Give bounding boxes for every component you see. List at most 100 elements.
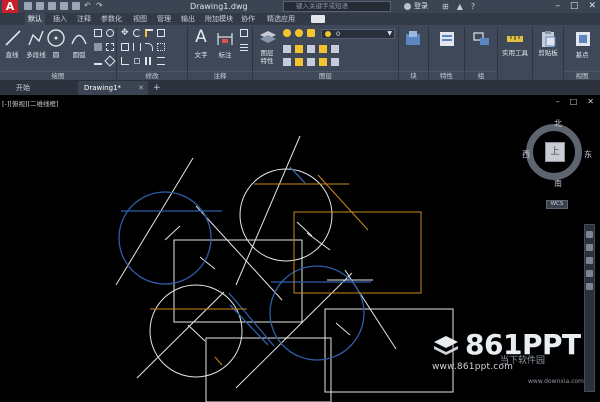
draw-panel-title[interactable]: 绘图 [0, 71, 116, 80]
layer-merge-icon[interactable] [331, 45, 339, 53]
layer-walk-icon[interactable] [319, 45, 327, 53]
stretch-icon[interactable] [121, 57, 129, 65]
layer-copy-icon[interactable] [319, 58, 327, 66]
move-icon[interactable]: ✥ [121, 29, 129, 38]
minimize-icon[interactable]: – [555, 0, 560, 13]
tab-start[interactable]: 开始 [10, 81, 70, 95]
blue-circle [269, 265, 365, 361]
layers-panel-title[interactable]: 图层 [253, 71, 398, 80]
layer-iso-icon[interactable] [283, 45, 291, 53]
store-icon[interactable]: ⊞ [442, 2, 449, 11]
maximize-icon[interactable]: □ [570, 0, 579, 13]
zoom-icon[interactable] [586, 257, 593, 264]
trim-icon[interactable] [145, 29, 153, 37]
pan-icon[interactable] [586, 244, 593, 251]
layer-freeze-icon[interactable] [295, 29, 303, 37]
viewport-minimize-icon[interactable]: – [556, 97, 560, 106]
user-icon [404, 3, 411, 10]
compass-west[interactable]: 西 [522, 149, 530, 160]
text-button[interactable]: 文字 [191, 49, 211, 59]
orbit-icon[interactable] [586, 270, 593, 277]
save-as-icon[interactable] [60, 2, 68, 10]
tab-manage[interactable]: 管理 [154, 13, 174, 25]
layer-match-icon[interactable] [295, 45, 303, 53]
tab-annotate[interactable]: 注释 [74, 13, 94, 25]
polygon-icon[interactable] [104, 55, 116, 67]
view-panel-title[interactable]: 视图 [564, 71, 600, 80]
compass-south[interactable]: 南 [554, 178, 562, 189]
new-tab-button[interactable]: + [153, 81, 161, 95]
viewcube-top-face[interactable]: 上 [545, 142, 565, 162]
line-button[interactable]: 直线 [0, 49, 24, 59]
wcs-menu[interactable]: WCS [546, 200, 568, 209]
fillet-icon[interactable] [145, 43, 153, 51]
layer-lock-icon[interactable] [307, 29, 315, 37]
tab-default[interactable]: 默认 [25, 13, 45, 25]
layer-delete-icon[interactable] [331, 58, 339, 66]
steering-wheel-icon[interactable] [586, 231, 593, 238]
array-icon[interactable] [145, 57, 153, 65]
groups-panel-title[interactable]: 组 [465, 71, 497, 80]
leader-icon[interactable] [240, 29, 248, 37]
login-button[interactable]: 登录 [404, 0, 428, 13]
modify-panel-title[interactable]: 修改 [117, 71, 187, 80]
viewport-controls-label[interactable]: [-][俯视][二维线框] [2, 98, 59, 108]
properties-panel-title[interactable]: 特性 [429, 71, 464, 80]
plot-icon[interactable] [72, 2, 80, 10]
ellipse-icon[interactable] [106, 29, 114, 37]
close-icon[interactable]: ✕ [588, 0, 596, 13]
layer-properties-button[interactable]: 图层 特性 [255, 49, 279, 65]
layer-unlock-icon[interactable] [307, 58, 315, 66]
search-input[interactable]: 键入关键字或短语 [283, 1, 391, 12]
table-icon[interactable] [240, 43, 248, 51]
erase-icon[interactable] [157, 29, 165, 37]
viewport-maximize-icon[interactable]: □ [570, 97, 578, 106]
spline-icon[interactable] [94, 57, 102, 65]
copy-icon[interactable] [121, 43, 129, 51]
annotation-panel-title[interactable]: 注释 [188, 71, 252, 80]
new-file-icon[interactable] [24, 2, 32, 10]
viewport-close-icon[interactable]: ✕ [587, 97, 594, 106]
clipboard-button[interactable]: 剪贴板 [533, 47, 563, 57]
autodesk-icon[interactable]: ▲ [457, 2, 463, 11]
tab-parametric[interactable]: 参数化 [98, 13, 125, 25]
rotate-icon[interactable] [133, 29, 141, 37]
layer-off-icon[interactable] [283, 58, 291, 66]
polyline-button[interactable]: 多段线 [22, 49, 50, 59]
hatch-icon[interactable] [94, 43, 102, 51]
app-menu-button[interactable]: A [2, 0, 18, 13]
compass-north[interactable]: 北 [554, 118, 562, 129]
close-tab-icon[interactable]: ✕ [138, 81, 144, 95]
arc-button[interactable]: 圆弧 [66, 49, 92, 59]
layer-thaw-icon[interactable] [295, 58, 303, 66]
tab-insert[interactable]: 插入 [50, 13, 70, 25]
offset-icon[interactable] [157, 57, 165, 65]
layer-dropdown[interactable]: 0 ▼ [321, 29, 395, 39]
ribbon-toggle-button[interactable] [311, 15, 325, 23]
dimension-button[interactable]: 标注 [213, 49, 237, 59]
circle-button[interactable]: 圆 [48, 49, 64, 59]
tab-view[interactable]: 视图 [130, 13, 150, 25]
layer-previous-icon[interactable] [307, 45, 315, 53]
region-icon[interactable] [106, 43, 114, 51]
undo-icon[interactable]: ↶ [84, 2, 92, 10]
block-panel-title[interactable]: 块 [399, 71, 428, 80]
tab-collaborate[interactable]: 协作 [238, 13, 258, 25]
open-file-icon[interactable] [36, 2, 44, 10]
base-button[interactable]: 基点 [568, 49, 596, 59]
redo-icon[interactable]: ↷ [96, 2, 104, 10]
tab-output[interactable]: 输出 [178, 13, 198, 25]
mirror-icon[interactable] [133, 43, 141, 51]
save-icon[interactable] [48, 2, 56, 10]
scale-icon[interactable] [134, 58, 140, 64]
tab-featured-apps[interactable]: 精选应用 [264, 13, 298, 25]
showmotion-icon[interactable] [586, 283, 593, 290]
tab-addins[interactable]: 附加模块 [202, 13, 236, 25]
tab-drawing1[interactable]: Drawing1* ✕ [78, 81, 148, 95]
layer-on-icon[interactable] [283, 29, 291, 37]
utilities-button[interactable]: 实用工具 [498, 47, 532, 57]
explode-icon[interactable] [157, 43, 165, 51]
compass-east[interactable]: 东 [584, 149, 592, 160]
rectangle-icon[interactable] [94, 29, 102, 37]
help-icon[interactable]: ? [471, 2, 475, 11]
